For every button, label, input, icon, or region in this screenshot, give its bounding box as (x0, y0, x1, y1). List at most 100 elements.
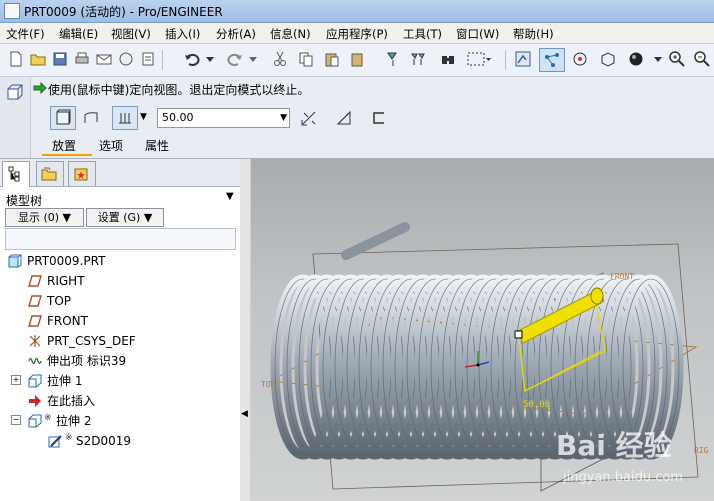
menu-analysis[interactable]: 分析(A) (216, 26, 256, 42)
show-button[interactable]: 显示 (0) ▼ (5, 208, 84, 227)
depth-options-dropdown-icon[interactable]: ▼ (140, 112, 147, 122)
tab-options[interactable]: 选项 (99, 137, 123, 154)
feature-dashboard: 使用(鼠标中键)定向视图。退出定向模式以终止。 ▼ 50.00 ▼ 放置 选项 … (0, 77, 714, 159)
settings-button[interactable]: 设置 (G) ▼ (86, 208, 164, 227)
new-file-icon[interactable] (6, 49, 26, 69)
menu-insert[interactable]: 插入(I) (165, 26, 200, 42)
flip-direction-button[interactable] (296, 106, 322, 130)
thicken-sketch-button[interactable] (366, 106, 392, 130)
tree-label: 拉伸 2 (56, 414, 92, 428)
menu-edit[interactable]: 编辑(E) (59, 26, 98, 42)
tree-label: 在此插入 (47, 394, 96, 408)
menu-info[interactable]: 信息(N) (270, 26, 311, 42)
dashboard-side (0, 77, 31, 158)
menu-view[interactable]: 视图(V) (111, 26, 151, 42)
regenerate-icon[interactable] (383, 49, 403, 69)
pane-splitter[interactable]: ◀ (240, 159, 250, 501)
tree-label: TOP (47, 294, 72, 308)
status-message: 使用(鼠标中键)定向视图。退出定向模式以终止。 (48, 83, 310, 97)
orient-mode-icon[interactable] (570, 49, 590, 69)
menu-help[interactable]: 帮助(H) (513, 26, 554, 42)
zoom-out-icon[interactable] (692, 49, 712, 69)
tab-properties[interactable]: 属性 (145, 137, 169, 154)
selection-box-icon[interactable] (465, 49, 493, 69)
spin-center-icon[interactable] (539, 48, 565, 72)
extrude-solid-button[interactable] (50, 106, 76, 130)
page-setup-icon[interactable] (138, 49, 158, 69)
part-icon (8, 254, 22, 268)
display-dropdown-icon[interactable] (648, 49, 668, 69)
model-tree-title: 模型树 (6, 194, 43, 208)
model-view: 50.00 FRONT TOP RIG Bai 经验 jingyan.baidu… (261, 222, 709, 492)
cut-icon[interactable] (270, 49, 290, 69)
tab-favorites[interactable] (68, 161, 96, 186)
svg-text:Bai 经验: Bai 经验 (556, 429, 672, 462)
menu-tools[interactable]: 工具(T) (403, 26, 442, 42)
save-icon[interactable] (50, 49, 70, 69)
redo-icon[interactable] (225, 49, 245, 69)
tree-label: S2D0019 (76, 434, 132, 448)
menu-file[interactable]: 文件(F) (6, 26, 45, 42)
tree-label: FRONT (47, 314, 88, 328)
coordinate-system-icon (29, 335, 41, 347)
dimension-text[interactable]: 50.00 (523, 400, 550, 410)
menu-window[interactable]: 窗口(W) (456, 26, 499, 42)
email-icon[interactable] (94, 49, 114, 69)
model-tree-search[interactable] (5, 228, 236, 250)
extrude-surface-button[interactable] (78, 106, 104, 130)
tree-label: PRT0009.PRT (27, 254, 106, 268)
depth-value: 50.00 (162, 111, 194, 124)
navigator-tabs (0, 159, 240, 187)
model-display-sphere-icon[interactable] (626, 49, 646, 69)
spring-lead-wire (341, 222, 410, 260)
zoom-in-icon[interactable] (667, 49, 687, 69)
paste-special-icon[interactable] (348, 49, 368, 69)
tree-label: 拉伸 1 (47, 374, 83, 388)
extrude-icon (28, 414, 42, 428)
top-plane-label: TOP (261, 380, 276, 389)
depth-dropdown-icon[interactable]: ▼ (280, 109, 287, 127)
new-feature-marker-icon: ※ (65, 433, 73, 443)
redo-dropdown-icon[interactable] (243, 49, 263, 69)
watermark: Bai 经验 jingyan.baidu.com (556, 429, 683, 485)
print-icon[interactable] (72, 49, 92, 69)
saved-views-icon[interactable] (598, 49, 618, 69)
depth-blind-button[interactable] (112, 106, 138, 130)
remove-material-button[interactable] (331, 106, 357, 130)
extrude-feature-icon (7, 84, 23, 100)
mail-attach-icon[interactable] (116, 49, 136, 69)
depth-value-input[interactable]: 50.00 ▼ (157, 108, 290, 128)
svg-text:jingyan.baidu.com: jingyan.baidu.com (562, 470, 683, 485)
repaint-icon[interactable] (513, 49, 533, 69)
copy-icon[interactable] (296, 49, 316, 69)
right-plane-label: RIG (694, 446, 709, 455)
regen-manager-icon[interactable] (408, 49, 428, 69)
new-feature-marker-icon: ※ (44, 413, 52, 423)
undo-icon[interactable] (182, 49, 202, 69)
tab-placement[interactable]: 放置 (52, 137, 76, 154)
expand-icon[interactable]: + (11, 375, 21, 385)
datum-plane-icon (28, 315, 42, 327)
find-icon[interactable] (438, 49, 458, 69)
model-tree-menu-icon[interactable]: ▼ (226, 191, 234, 202)
datum-plane-icon (28, 275, 42, 287)
title-bar: PRT0009 (活动的) - Pro/ENGINEER (0, 0, 714, 23)
tab-folder-browser[interactable] (36, 161, 64, 186)
front-plane-label: FRONT (610, 272, 634, 281)
tree-label: 伸出项 标识39 (47, 354, 127, 368)
extrude-preview-cap (590, 287, 604, 305)
paste-icon[interactable] (322, 49, 342, 69)
tree-label: RIGHT (47, 274, 85, 288)
tree-label: PRT_CSYS_DEF (47, 334, 136, 348)
model-tree-icon (8, 166, 20, 182)
sketch-icon (48, 435, 62, 448)
collapse-icon[interactable]: − (11, 415, 21, 425)
graphics-window[interactable]: 50.00 FRONT TOP RIG Bai 经验 jingyan.baidu… (251, 159, 714, 501)
collapse-pane-icon[interactable]: ◀ (241, 409, 248, 419)
open-folder-icon[interactable] (28, 49, 48, 69)
tab-model-tree[interactable] (2, 161, 30, 187)
menu-applications[interactable]: 应用程序(P) (326, 26, 388, 42)
drag-handle[interactable] (514, 330, 523, 339)
undo-dropdown-icon[interactable] (200, 49, 220, 69)
folder-icon (41, 167, 57, 181)
